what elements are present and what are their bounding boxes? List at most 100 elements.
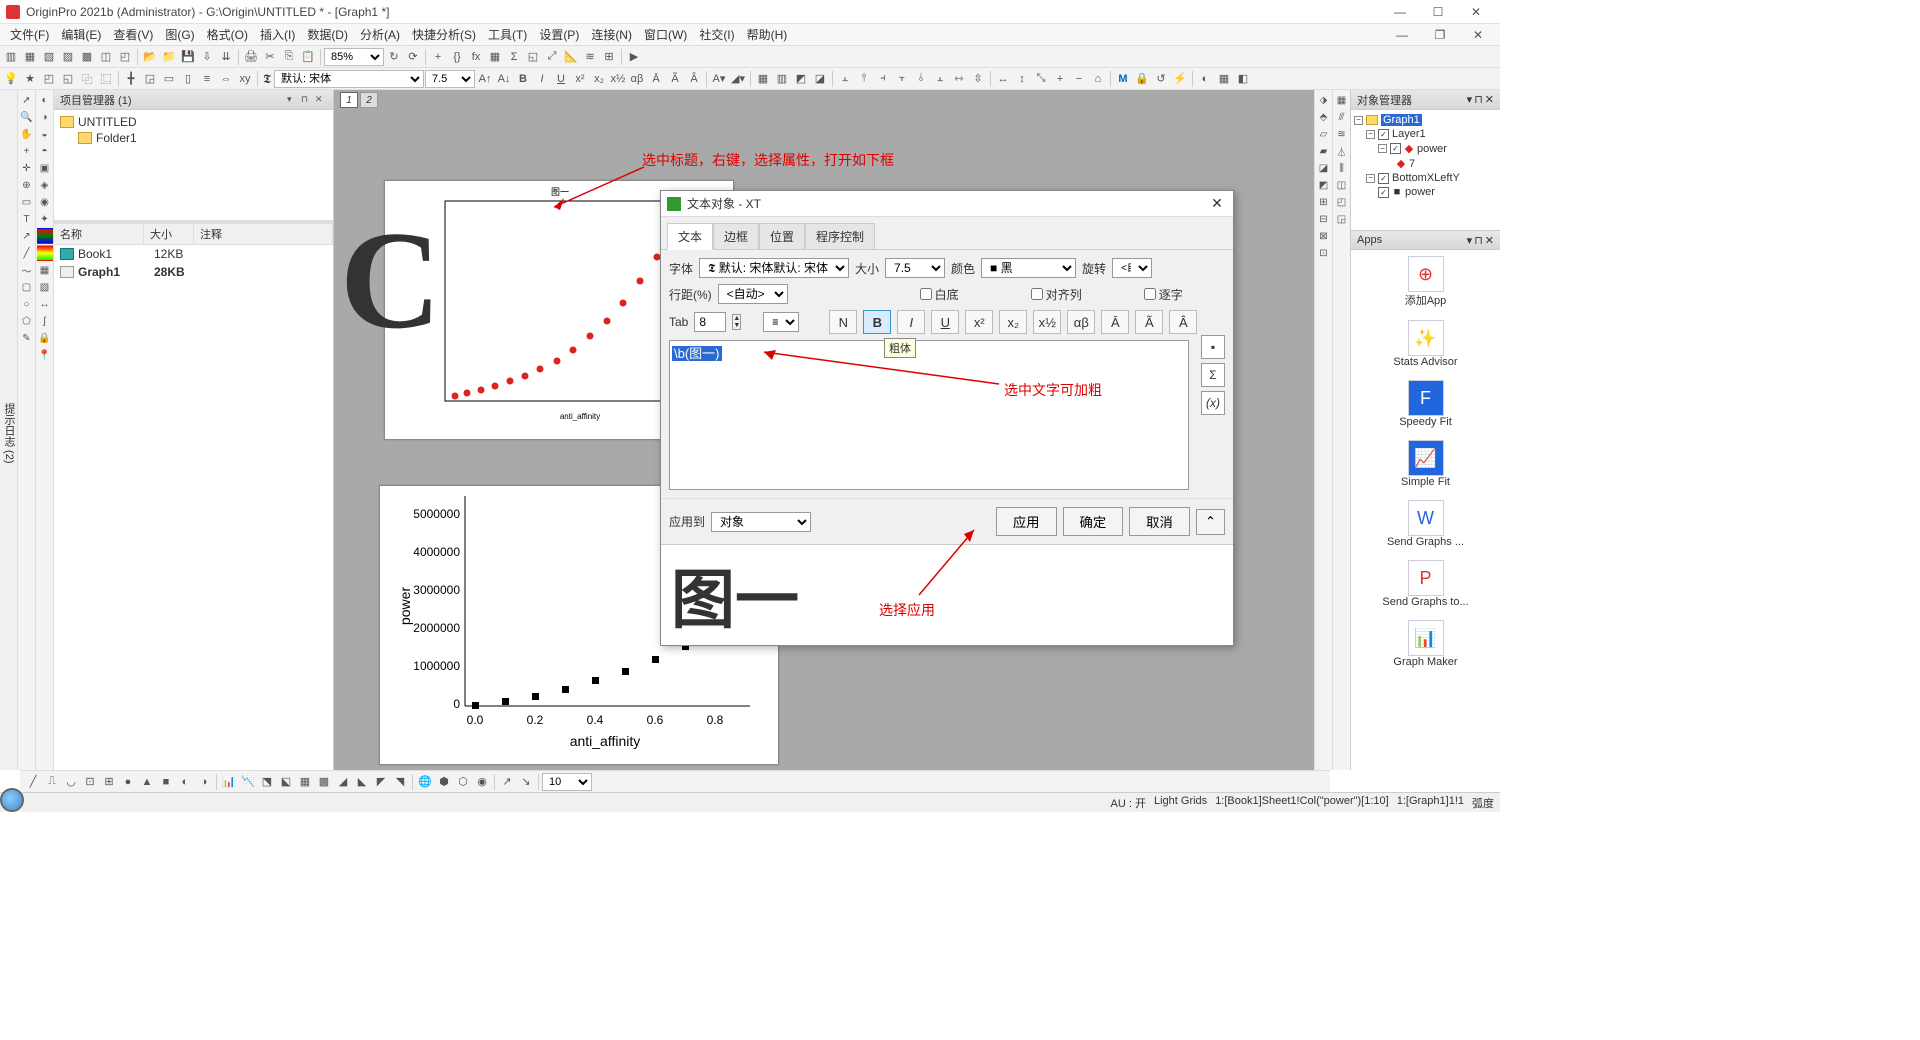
open-icon[interactable]: 📂 bbox=[141, 48, 159, 66]
rescale-icon[interactable]: ⤢ bbox=[543, 48, 561, 66]
pe-dropdown-icon[interactable]: ▾ bbox=[287, 94, 299, 106]
bt24-icon[interactable]: ◉ bbox=[473, 773, 491, 791]
increase-font-icon[interactable]: A↑ bbox=[476, 70, 494, 88]
pe-col-size[interactable]: 大小 bbox=[144, 224, 194, 244]
bt26-icon[interactable]: ↘ bbox=[517, 773, 535, 791]
add-col-icon[interactable]: + bbox=[429, 48, 447, 66]
pe-col-name[interactable]: 名称 bbox=[54, 224, 144, 244]
chk-whitebg[interactable]: 白底 bbox=[920, 286, 959, 303]
lt7-icon[interactable]: ◉ bbox=[37, 194, 53, 210]
supersub-icon[interactable]: x½ bbox=[609, 70, 627, 88]
align-select[interactable]: ≡ bbox=[763, 312, 799, 332]
arrow-tool-icon[interactable]: ↗ bbox=[19, 228, 35, 244]
home-icon[interactable]: ⌂ bbox=[1089, 70, 1107, 88]
bt4-icon[interactable]: ⊡ bbox=[81, 773, 99, 791]
mask-icon[interactable]: M bbox=[1114, 70, 1132, 88]
cut-icon[interactable]: ✂ bbox=[261, 48, 279, 66]
size-select[interactable]: 7.5 bbox=[885, 258, 945, 278]
apps-dropdown-icon[interactable]: ▾ bbox=[1467, 234, 1473, 247]
ok-button[interactable]: 确定 bbox=[1063, 507, 1124, 536]
group-icon[interactable]: ▦ bbox=[754, 70, 772, 88]
supsub-btn[interactable]: x½ bbox=[1033, 310, 1061, 334]
lt4-icon[interactable]: ◓ bbox=[37, 143, 53, 159]
rt9-icon[interactable]: ⊠ bbox=[1316, 228, 1332, 244]
lt-dim-icon[interactable]: ↔ bbox=[37, 296, 53, 312]
import-icon[interactable]: ⇩ bbox=[198, 48, 216, 66]
sup-btn[interactable]: x² bbox=[965, 310, 993, 334]
dialog-tab-programming[interactable]: 程序控制 bbox=[805, 223, 875, 249]
dialog-close-button[interactable]: ✕ bbox=[1207, 195, 1227, 212]
superscript-icon[interactable]: x² bbox=[571, 70, 589, 88]
doc-restore-button[interactable]: ❐ bbox=[1422, 25, 1458, 45]
dialog-tab-text[interactable]: 文本 bbox=[667, 223, 713, 250]
menu-help[interactable]: 帮助(H) bbox=[741, 24, 794, 45]
window2-icon[interactable]: ◱ bbox=[59, 70, 77, 88]
app-maker[interactable]: 📊Graph Maker bbox=[1351, 614, 1500, 674]
frame-icon[interactable]: ▭ bbox=[160, 70, 178, 88]
lt1-icon[interactable]: ◐ bbox=[37, 92, 53, 108]
rt16-icon[interactable]: ◫ bbox=[1334, 177, 1350, 193]
rt4-icon[interactable]: ▰ bbox=[1316, 143, 1332, 159]
rt7-icon[interactable]: ⊞ bbox=[1316, 194, 1332, 210]
app-stats[interactable]: ✨Stats Advisor bbox=[1351, 314, 1500, 374]
text-tool-icon[interactable]: T bbox=[19, 211, 35, 227]
greek-btn[interactable]: αβ bbox=[1067, 310, 1095, 334]
distrib-v-icon[interactable]: ⇳ bbox=[969, 70, 987, 88]
pan-tool-icon[interactable]: ✋ bbox=[19, 126, 35, 142]
zoomout-icon[interactable]: − bbox=[1070, 70, 1088, 88]
rt2-icon[interactable]: ⬘ bbox=[1316, 109, 1332, 125]
lt-palette-icon[interactable] bbox=[37, 228, 53, 244]
bt6-icon[interactable]: ● bbox=[119, 773, 137, 791]
bt10-icon[interactable]: ◑ bbox=[195, 773, 213, 791]
tilde-btn[interactable]: Ã bbox=[1135, 310, 1163, 334]
om-dropdown-icon[interactable]: ▾ bbox=[1467, 93, 1473, 106]
rt1-icon[interactable]: ⬗ bbox=[1316, 92, 1332, 108]
italic-btn[interactable]: I bbox=[897, 310, 925, 334]
menu-connectivity[interactable]: 连接(N) bbox=[585, 24, 638, 45]
bt7-icon[interactable]: ▲ bbox=[138, 773, 156, 791]
lt3-icon[interactable]: ◒ bbox=[37, 126, 53, 142]
doc-minimize-button[interactable]: — bbox=[1384, 25, 1420, 45]
align-left-icon[interactable]: ⫠ bbox=[836, 70, 854, 88]
code-icon[interactable]: {} bbox=[448, 48, 466, 66]
fillcolor-icon[interactable]: ◢▾ bbox=[729, 70, 747, 88]
bt15-icon[interactable]: ▦ bbox=[296, 773, 314, 791]
sub-btn[interactable]: x₂ bbox=[999, 310, 1027, 334]
bt8-icon[interactable]: ■ bbox=[157, 773, 175, 791]
menu-social[interactable]: 社交(I) bbox=[693, 24, 740, 45]
stats-icon[interactable]: Σ bbox=[505, 48, 523, 66]
paste-icon[interactable]: 📋 bbox=[299, 48, 317, 66]
menu-data[interactable]: 数据(D) bbox=[301, 24, 354, 45]
pointer-icon[interactable]: ➚ bbox=[19, 92, 35, 108]
yscale-icon[interactable]: ↕ bbox=[1013, 70, 1031, 88]
xscale-icon[interactable]: ↔ bbox=[994, 70, 1012, 88]
rt14-icon[interactable]: ⏃ bbox=[1334, 143, 1350, 159]
lt-gradient-icon[interactable] bbox=[37, 245, 53, 261]
app-speedy[interactable]: FSpeedy Fit bbox=[1351, 374, 1500, 434]
lt-mask-icon[interactable]: ▦ bbox=[37, 262, 53, 278]
align-center-icon[interactable]: ⫯ bbox=[855, 70, 873, 88]
rt12-icon[interactable]: ⫻ bbox=[1334, 109, 1350, 125]
new-matrix-icon[interactable]: ▨ bbox=[59, 48, 77, 66]
bt22-icon[interactable]: ⬢ bbox=[435, 773, 453, 791]
rotate-select[interactable]: <自动> bbox=[1112, 258, 1152, 278]
align-middle-icon[interactable]: ⫰ bbox=[912, 70, 930, 88]
new-excel-icon[interactable]: ▩ bbox=[78, 48, 96, 66]
app-send1[interactable]: WSend Graphs ... bbox=[1351, 494, 1500, 554]
save-icon[interactable]: 💾 bbox=[179, 48, 197, 66]
fit-icon[interactable]: 📐 bbox=[562, 48, 580, 66]
dialog-tab-position[interactable]: 位置 bbox=[759, 223, 805, 249]
line-tool-icon[interactable]: ╱ bbox=[19, 245, 35, 261]
bt12-icon[interactable]: 📉 bbox=[239, 773, 257, 791]
rt11-icon[interactable]: ▦ bbox=[1334, 92, 1350, 108]
rect-tool-icon[interactable]: ▢ bbox=[19, 279, 35, 295]
bt20-icon[interactable]: ◥ bbox=[391, 773, 409, 791]
symbol-btn[interactable]: ▪ bbox=[1201, 335, 1225, 359]
lt6-icon[interactable]: ◈ bbox=[37, 177, 53, 193]
underline-btn[interactable]: U bbox=[931, 310, 959, 334]
apps-pin-icon[interactable]: ⊓ bbox=[1474, 234, 1483, 247]
sigma-btn[interactable]: Σ bbox=[1201, 363, 1225, 387]
bt2-icon[interactable]: ⎍ bbox=[43, 773, 61, 791]
menu-file[interactable]: 文件(F) bbox=[4, 24, 55, 45]
theme-icon[interactable]: ◧ bbox=[1234, 70, 1252, 88]
